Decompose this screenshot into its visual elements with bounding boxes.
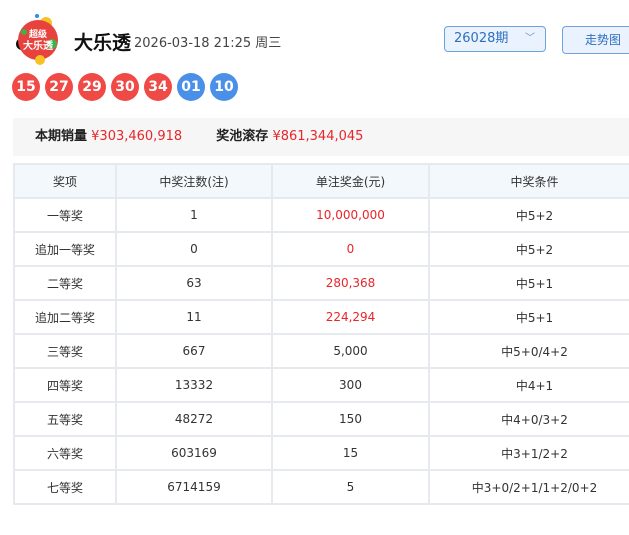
cell-level: 四等奖 (13, 367, 117, 403)
pool-label: 奖池滚存 (216, 129, 269, 144)
cell-count: 63 (115, 265, 273, 301)
header-condition: 中奖条件 (428, 163, 629, 199)
cell-count: 48272 (115, 401, 273, 437)
issue-value: 26028期 (454, 31, 509, 46)
cell-count: 667 (115, 333, 273, 369)
cell-count: 11 (115, 299, 273, 335)
cell-count: 1 (115, 197, 273, 233)
cell-prize: 10,000,000 (271, 197, 430, 233)
cell-prize: 15 (271, 435, 430, 471)
svg-text:超级: 超级 (28, 28, 48, 40)
cell-cond: 中4+1 (428, 367, 629, 403)
cell-prize: 280,368 (271, 265, 430, 301)
cell-count: 13332 (115, 367, 273, 403)
lottery-logo: 超级 大乐透 (16, 14, 58, 65)
cell-prize: 300 (271, 367, 430, 403)
cell-level: 一等奖 (13, 197, 117, 233)
cell-level: 三等奖 (13, 333, 117, 369)
sales-value: ¥303,460,918 (91, 129, 183, 144)
table-row: 追加一等奖 0 0 中5+2 (13, 231, 629, 267)
table-row: 七等奖 6714159 5 中3+0/2+1/1+2/0+2 (13, 469, 629, 505)
header-count: 中奖注数(注) (115, 163, 273, 199)
back-ball: 10 (210, 73, 238, 101)
front-ball: 30 (111, 73, 139, 101)
sales-summary: 本期销量 ¥303,460,918 奖池滚存 ¥861,344,045 (13, 118, 629, 156)
chevron-down-icon: ﹀ (525, 33, 535, 44)
table-row: 追加二等奖 11 224,294 中5+1 (13, 299, 629, 335)
table-row: 六等奖 603169 15 中3+1/2+2 (13, 435, 629, 471)
cell-level: 追加一等奖 (13, 231, 117, 267)
cell-cond: 中3+1/2+2 (428, 435, 629, 471)
cell-prize: 150 (271, 401, 430, 437)
cell-count: 0 (115, 231, 273, 267)
cell-level: 五等奖 (13, 401, 117, 437)
issue-select[interactable]: 26028期 ﹀ (444, 26, 546, 52)
cell-cond: 中5+0/4+2 (428, 333, 629, 369)
cell-cond: 中3+0/2+1/1+2/0+2 (428, 469, 629, 505)
front-ball: 29 (78, 73, 106, 101)
cell-level: 追加二等奖 (13, 299, 117, 335)
table-row: 一等奖 1 10,000,000 中5+2 (13, 197, 629, 233)
table-row: 五等奖 48272 150 中4+0/3+2 (13, 401, 629, 437)
front-ball: 15 (12, 73, 40, 101)
table-header: 奖项 中奖注数(注) 单注奖金(元) 中奖条件 (13, 163, 629, 199)
table-row: 四等奖 13332 300 中4+1 (13, 367, 629, 403)
cell-level: 六等奖 (13, 435, 117, 471)
table-row: 二等奖 63 280,368 中5+1 (13, 265, 629, 301)
winning-numbers: 15 27 29 30 34 01 10 (12, 73, 238, 101)
cell-count: 603169 (115, 435, 273, 471)
cell-cond: 中5+2 (428, 197, 629, 233)
cell-cond: 中5+2 (428, 231, 629, 267)
header-level: 奖项 (13, 163, 117, 199)
cell-prize: 224,294 (271, 299, 430, 335)
pool-value: ¥861,344,045 (272, 129, 364, 144)
trend-chart-button[interactable]: 走势图 (562, 26, 629, 54)
svg-text:大乐透: 大乐透 (23, 39, 54, 52)
draw-datetime: 2026-03-18 21:25 周三 (134, 36, 282, 51)
cell-count: 6714159 (115, 469, 273, 505)
back-ball: 01 (177, 73, 205, 101)
sales-label: 本期销量 (35, 129, 88, 144)
cell-prize: 5 (271, 469, 430, 505)
front-ball: 27 (45, 73, 73, 101)
lottery-title: 大乐透 (74, 32, 132, 54)
cell-level: 二等奖 (13, 265, 117, 301)
front-ball: 34 (144, 73, 172, 101)
header-prize: 单注奖金(元) (271, 163, 430, 199)
cell-cond: 中4+0/3+2 (428, 401, 629, 437)
cell-level: 七等奖 (13, 469, 117, 505)
cell-prize: 5,000 (271, 333, 430, 369)
prize-table: 奖项 中奖注数(注) 单注奖金(元) 中奖条件 一等奖 1 10,000,000 中5… (13, 163, 629, 505)
table-row: 三等奖 667 5,000 中5+0/4+2 (13, 333, 629, 369)
cell-cond: 中5+1 (428, 265, 629, 301)
cell-prize: 0 (271, 231, 430, 267)
cell-cond: 中5+1 (428, 299, 629, 335)
